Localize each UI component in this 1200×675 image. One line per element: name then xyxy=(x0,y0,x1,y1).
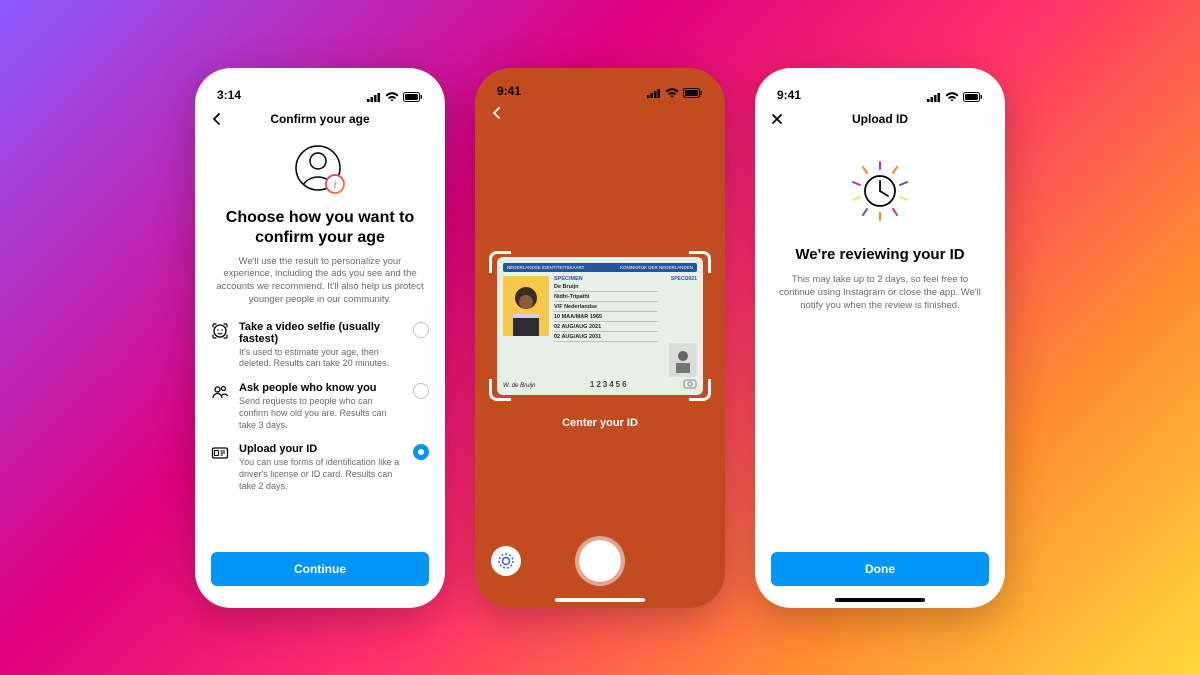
battery-icon xyxy=(403,92,423,102)
id-surname: De Bruijn xyxy=(554,284,658,290)
option-title: Upload your ID xyxy=(239,443,403,455)
battery-icon xyxy=(963,92,983,102)
content: We're reviewing your ID This may take up… xyxy=(755,134,1005,608)
option-desc: You can use forms of identification like… xyxy=(239,457,403,492)
id-given-names: Nidhi-Tripathi xyxy=(554,294,658,300)
page-heading: Choose how you want to confirm your age xyxy=(211,208,429,248)
phone-reviewing: 9:41 Upload ID xyxy=(755,68,1005,608)
option-desc: Send requests to people who can confirm … xyxy=(239,396,403,431)
id-sex-nationality: V/F Nederlandse xyxy=(554,304,658,310)
page-subtitle: We'll use the result to personalize your… xyxy=(211,256,429,307)
shutter-button[interactable] xyxy=(575,536,625,586)
option-body: Upload your ID You can use forms of iden… xyxy=(239,443,403,492)
home-indicator[interactable] xyxy=(555,598,645,602)
battery-icon xyxy=(683,88,703,98)
nav-bar: Upload ID xyxy=(755,104,1005,134)
svg-text:i: i xyxy=(333,179,336,191)
option-title: Ask people who know you xyxy=(239,382,403,394)
status-bar: 9:41 xyxy=(755,68,1005,104)
done-button[interactable]: Done xyxy=(771,552,989,586)
home-indicator[interactable] xyxy=(835,598,925,602)
clock-burst-icon xyxy=(771,156,989,226)
profile-info-icon: i xyxy=(211,142,429,198)
phone-confirm-age: 3:14 Confirm your age i Choose how you w… xyxy=(195,68,445,608)
camera-viewport: NEDERLANDSE IDENTITEITSKAART KONINKRIJK … xyxy=(475,127,725,608)
chevron-left-icon xyxy=(490,106,504,120)
id-chip-icon xyxy=(683,379,697,389)
continue-button[interactable]: Continue xyxy=(211,552,429,586)
option-title: Take a video selfie (usually fastest) xyxy=(239,321,403,345)
wifi-icon xyxy=(665,88,679,98)
shutter-row xyxy=(475,536,725,586)
option-radio[interactable] xyxy=(413,322,429,338)
wifi-icon xyxy=(945,92,959,102)
id-doc-code: SPECI2021 xyxy=(671,276,697,282)
scan-face-icon xyxy=(211,322,229,340)
id-photo xyxy=(503,276,549,336)
option-radio[interactable] xyxy=(413,383,429,399)
page-subtitle: This may take up to 2 days, so feel free… xyxy=(771,273,989,313)
nav-title: Confirm your age xyxy=(270,112,369,126)
status-indicators xyxy=(367,92,423,102)
id-fields: SPECIMEN De Bruijn Nidhi-Tripathi V/F Ne… xyxy=(554,276,658,377)
people-icon xyxy=(211,383,229,401)
status-indicators xyxy=(647,88,703,98)
id-secondary-photo xyxy=(669,343,697,377)
nav-title: Upload ID xyxy=(852,112,908,126)
option-radio[interactable] xyxy=(413,444,429,460)
option-body: Take a video selfie (usually fastest) It… xyxy=(239,321,403,370)
id-doe: 02 AUG/AUG 2031 xyxy=(554,334,658,340)
id-header: NEDERLANDSE IDENTITEITSKAART KONINKRIJK … xyxy=(503,263,697,272)
id-signature: W. de Bruijn xyxy=(503,383,535,389)
cellular-signal-icon xyxy=(647,88,661,98)
close-icon xyxy=(770,112,784,126)
nav-bar: Confirm your age xyxy=(195,104,445,134)
id-doi: 02 AUG/AUG 2021 xyxy=(554,324,658,330)
content: i Choose how you want to confirm your ag… xyxy=(195,134,445,608)
id-dob: 10 MAA/MAR 1965 xyxy=(554,314,658,320)
cellular-signal-icon xyxy=(927,92,941,102)
option-upload-id[interactable]: Upload your ID You can use forms of iden… xyxy=(211,443,429,492)
instruction-text: Center your ID xyxy=(475,417,725,429)
close-button[interactable] xyxy=(765,107,789,131)
option-desc: It's used to estimate your age, then del… xyxy=(239,347,403,370)
option-ask-people[interactable]: Ask people who know you Send requests to… xyxy=(211,382,429,431)
id-header-right: KONINKRIJK DER NEDERLANDEN xyxy=(620,265,693,270)
wifi-icon xyxy=(385,92,399,102)
id-specimen: SPECIMEN xyxy=(554,276,658,282)
id-card-preview: NEDERLANDSE IDENTITEITSKAART KONINKRIJK … xyxy=(497,257,703,395)
status-time: 9:41 xyxy=(497,84,521,98)
id-side: SPECI2021 xyxy=(663,276,697,377)
status-time: 3:14 xyxy=(217,88,241,102)
id-frame-guide: NEDERLANDSE IDENTITEITSKAART KONINKRIJK … xyxy=(489,251,711,401)
page-heading: We're reviewing your ID xyxy=(771,246,989,263)
cellular-signal-icon xyxy=(367,92,381,102)
back-button[interactable] xyxy=(485,101,509,125)
status-bar: 9:41 xyxy=(475,68,725,100)
nav-bar xyxy=(475,100,725,127)
status-indicators xyxy=(927,92,983,102)
back-button[interactable] xyxy=(205,107,229,131)
status-time: 9:41 xyxy=(777,88,801,102)
id-number: 123456 xyxy=(590,380,629,389)
status-bar: 3:14 xyxy=(195,68,445,104)
id-card-icon xyxy=(211,444,229,462)
phone-capture-id: 9:41 NEDERLANDSE IDENTITEITSKAART KONINK… xyxy=(475,68,725,608)
chevron-left-icon xyxy=(210,112,224,126)
id-header-left: NEDERLANDSE IDENTITEITSKAART xyxy=(507,265,584,270)
option-video-selfie[interactable]: Take a video selfie (usually fastest) It… xyxy=(211,321,429,370)
option-body: Ask people who know you Send requests to… xyxy=(239,382,403,431)
